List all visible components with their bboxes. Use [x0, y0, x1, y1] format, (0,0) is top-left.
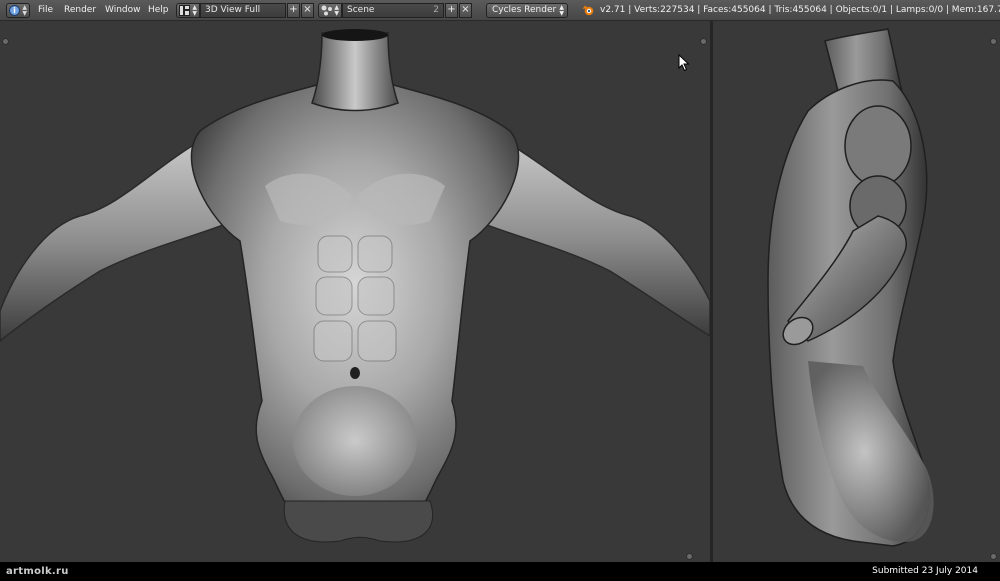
scene-name-field[interactable]: Scene 2 — [342, 3, 444, 18]
area-split-corner[interactable] — [990, 553, 997, 560]
scene-users-count: 2 — [433, 5, 439, 15]
add-screen-button[interactable]: + — [287, 3, 300, 18]
torso-front-model — [0, 29, 710, 543]
watermark-logo: artmolk.ru — [6, 566, 69, 577]
submitted-date: Submitted 23 July 2014 — [872, 566, 978, 576]
screen-layout-name-field[interactable]: 3D View Full — [200, 3, 286, 18]
watermark-bar: artmolk.ru Submitted 23 July 2014 — [0, 562, 1000, 581]
mouse-cursor-icon — [678, 54, 690, 72]
3d-viewport-left[interactable] — [0, 21, 710, 562]
render-engine-label: Cycles Render — [492, 5, 557, 15]
add-icon: + — [289, 4, 298, 15]
info-header: i ▲ ▼ File Render Window Help ▲ ▼ 3D View … — [0, 0, 1000, 21]
blender-logo-icon — [582, 5, 594, 16]
menu-window[interactable]: Window — [105, 3, 141, 18]
area-split-corner[interactable] — [2, 38, 9, 45]
area-split-corner[interactable] — [990, 38, 997, 45]
info-icon: i — [9, 5, 20, 16]
scene-statistics: v2.71 | Verts:227534 | Faces:455064 | Tr… — [600, 5, 1000, 15]
scene-selector[interactable]: ▲ ▼ — [318, 3, 342, 18]
menu-file[interactable]: File — [38, 3, 53, 18]
delete-screen-button[interactable]: × — [301, 3, 314, 18]
screen-layout-icon — [179, 5, 190, 16]
add-icon: + — [447, 4, 456, 15]
close-icon: × — [303, 4, 312, 15]
close-icon: × — [461, 4, 470, 15]
screen-layout-selector[interactable]: ▲ ▼ — [176, 3, 200, 18]
updown-arrow-icon: ▲ ▼ — [192, 4, 197, 17]
torso-side-model — [767, 28, 934, 547]
render-engine-dropdown[interactable]: Cycles Render ▲ ▼ — [486, 3, 568, 18]
area-split-corner[interactable] — [700, 38, 707, 45]
menu-help[interactable]: Help — [148, 3, 169, 18]
area-split-corner[interactable] — [686, 553, 693, 560]
updown-arrow-icon: ▲ ▼ — [22, 4, 27, 17]
menu-render[interactable]: Render — [64, 3, 96, 18]
editor-type-button[interactable]: i ▲ ▼ — [6, 3, 30, 18]
scene-icon — [321, 5, 332, 16]
updown-arrow-icon: ▲ ▼ — [334, 4, 339, 17]
3d-viewport-right[interactable] — [713, 21, 1000, 562]
delete-scene-button[interactable]: × — [459, 3, 472, 18]
add-scene-button[interactable]: + — [445, 3, 458, 18]
updown-arrow-icon: ▲ ▼ — [559, 4, 564, 17]
scene-name-text: Scene — [347, 5, 375, 15]
